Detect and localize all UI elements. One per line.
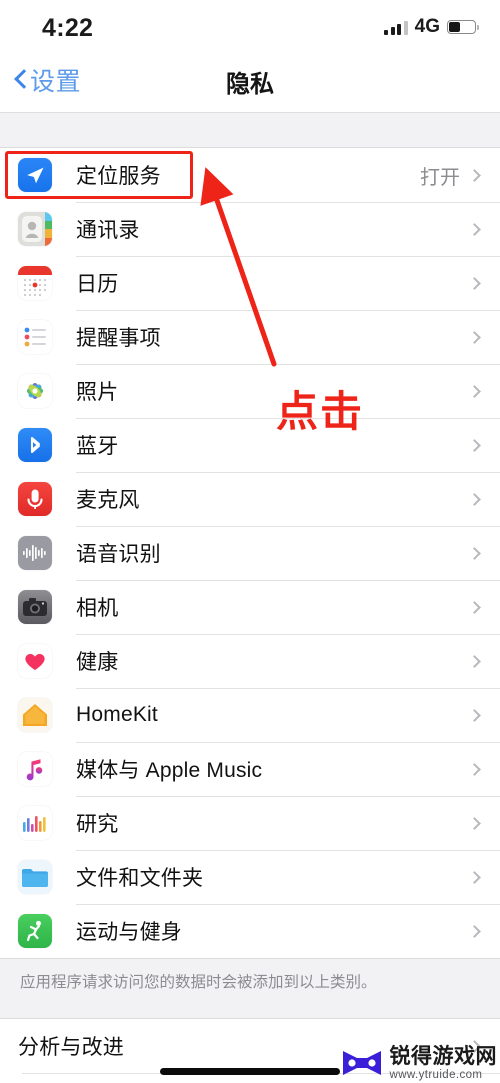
cellular-signal-icon bbox=[384, 20, 408, 35]
navigation-bar: 设置 隐私 bbox=[0, 52, 500, 112]
chevron-right-icon bbox=[468, 1040, 481, 1053]
reminders-icon bbox=[18, 320, 52, 354]
row-label: 健康 bbox=[76, 651, 119, 674]
row-label: 研究 bbox=[76, 813, 119, 836]
microphone-icon bbox=[18, 482, 52, 516]
row-bluetooth[interactable]: 蓝牙 bbox=[0, 418, 500, 472]
row-motion-and-fitness[interactable]: 运动与健身 bbox=[0, 904, 500, 958]
chevron-right-icon bbox=[468, 816, 481, 830]
health-heart-icon bbox=[18, 644, 52, 678]
row-contacts[interactable]: 通讯录 bbox=[0, 202, 500, 256]
privacy-footnote: 应用程序请求访问您的数据时会被添加到以上类别。 bbox=[0, 958, 500, 1020]
chevron-right-icon bbox=[468, 924, 481, 938]
page-title: 隐私 bbox=[226, 71, 274, 98]
folder-icon bbox=[18, 860, 52, 894]
battery-icon bbox=[447, 20, 479, 34]
row-calendar[interactable]: 日历 bbox=[0, 256, 500, 310]
row-label: 日历 bbox=[76, 273, 119, 296]
chevron-right-icon bbox=[468, 384, 481, 398]
row-microphone[interactable]: 麦克风 bbox=[0, 472, 500, 526]
row-label: 照片 bbox=[76, 381, 119, 404]
chevron-right-icon bbox=[468, 168, 481, 182]
row-label: 通讯录 bbox=[76, 219, 140, 242]
row-label: 蓝牙 bbox=[76, 435, 119, 458]
row-files-and-folders[interactable]: 文件和文件夹 bbox=[0, 850, 500, 904]
section-gap-top bbox=[0, 113, 500, 148]
research-chart-icon bbox=[18, 806, 52, 840]
speech-waveform-icon bbox=[18, 536, 52, 570]
row-reminders[interactable]: 提醒事项 bbox=[0, 310, 500, 364]
chevron-right-icon bbox=[468, 222, 481, 236]
row-label: 文件和文件夹 bbox=[76, 867, 204, 890]
bluetooth-icon bbox=[18, 428, 52, 462]
row-label: 麦克风 bbox=[76, 489, 140, 512]
music-note-icon bbox=[18, 752, 52, 786]
chevron-right-icon bbox=[468, 276, 481, 290]
chevron-right-icon bbox=[468, 492, 481, 506]
chevron-right-icon bbox=[468, 600, 481, 614]
row-label: 提醒事项 bbox=[76, 327, 161, 350]
footnote-text: 应用程序请求访问您的数据时会被添加到以上类别。 bbox=[20, 974, 377, 991]
row-research[interactable]: 研究 bbox=[0, 796, 500, 850]
row-label: 媒体与 Apple Music bbox=[76, 759, 263, 782]
camera-icon bbox=[18, 590, 52, 624]
row-label: 运动与健身 bbox=[76, 921, 182, 944]
row-speech-recognition[interactable]: 语音识别 bbox=[0, 526, 500, 580]
photos-icon bbox=[18, 374, 52, 408]
calendar-icon bbox=[18, 266, 52, 300]
home-indicator[interactable] bbox=[160, 1068, 340, 1075]
homekit-house-icon bbox=[18, 698, 52, 732]
status-indicators: 4G bbox=[384, 16, 479, 38]
location-arrow-icon bbox=[18, 158, 52, 192]
row-homekit[interactable]: HomeKit bbox=[0, 688, 500, 742]
row-photos[interactable]: 照片 bbox=[0, 364, 500, 418]
chevron-right-icon bbox=[468, 546, 481, 560]
chevron-right-icon bbox=[468, 438, 481, 452]
row-label: 语音识别 bbox=[76, 543, 161, 566]
row-health[interactable]: 健康 bbox=[0, 634, 500, 688]
status-bar: 4:22 4G bbox=[0, 0, 500, 52]
chevron-right-icon bbox=[468, 708, 481, 722]
contacts-icon bbox=[18, 212, 52, 246]
phone-screen: 4:22 4G 设置 隐私 定位服务 打开 通讯录 日历 提醒事项 照片 蓝牙 … bbox=[0, 0, 500, 1083]
row-label: HomeKit bbox=[76, 703, 158, 726]
chevron-right-icon bbox=[468, 762, 481, 776]
chevron-right-icon bbox=[468, 330, 481, 344]
row-analytics-and-improvements[interactable]: 分析与改进 bbox=[0, 1019, 500, 1074]
row-camera[interactable]: 相机 bbox=[0, 580, 500, 634]
chevron-right-icon bbox=[468, 654, 481, 668]
row-location-services[interactable]: 定位服务 打开 bbox=[0, 148, 500, 202]
privacy-list-group: 定位服务 打开 通讯录 日历 提醒事项 照片 蓝牙 麦克风 语音识别 相机 健康… bbox=[0, 148, 500, 958]
network-type-label: 4G bbox=[414, 16, 440, 37]
row-value: 打开 bbox=[420, 166, 460, 189]
row-label: 分析与改进 bbox=[18, 1036, 124, 1060]
chevron-right-icon bbox=[468, 870, 481, 884]
fitness-runner-icon bbox=[18, 914, 52, 948]
row-label: 相机 bbox=[76, 597, 119, 620]
row-label: 定位服务 bbox=[76, 165, 161, 188]
status-time: 4:22 bbox=[42, 14, 94, 42]
row-media-apple-music[interactable]: 媒体与 Apple Music bbox=[0, 742, 500, 796]
